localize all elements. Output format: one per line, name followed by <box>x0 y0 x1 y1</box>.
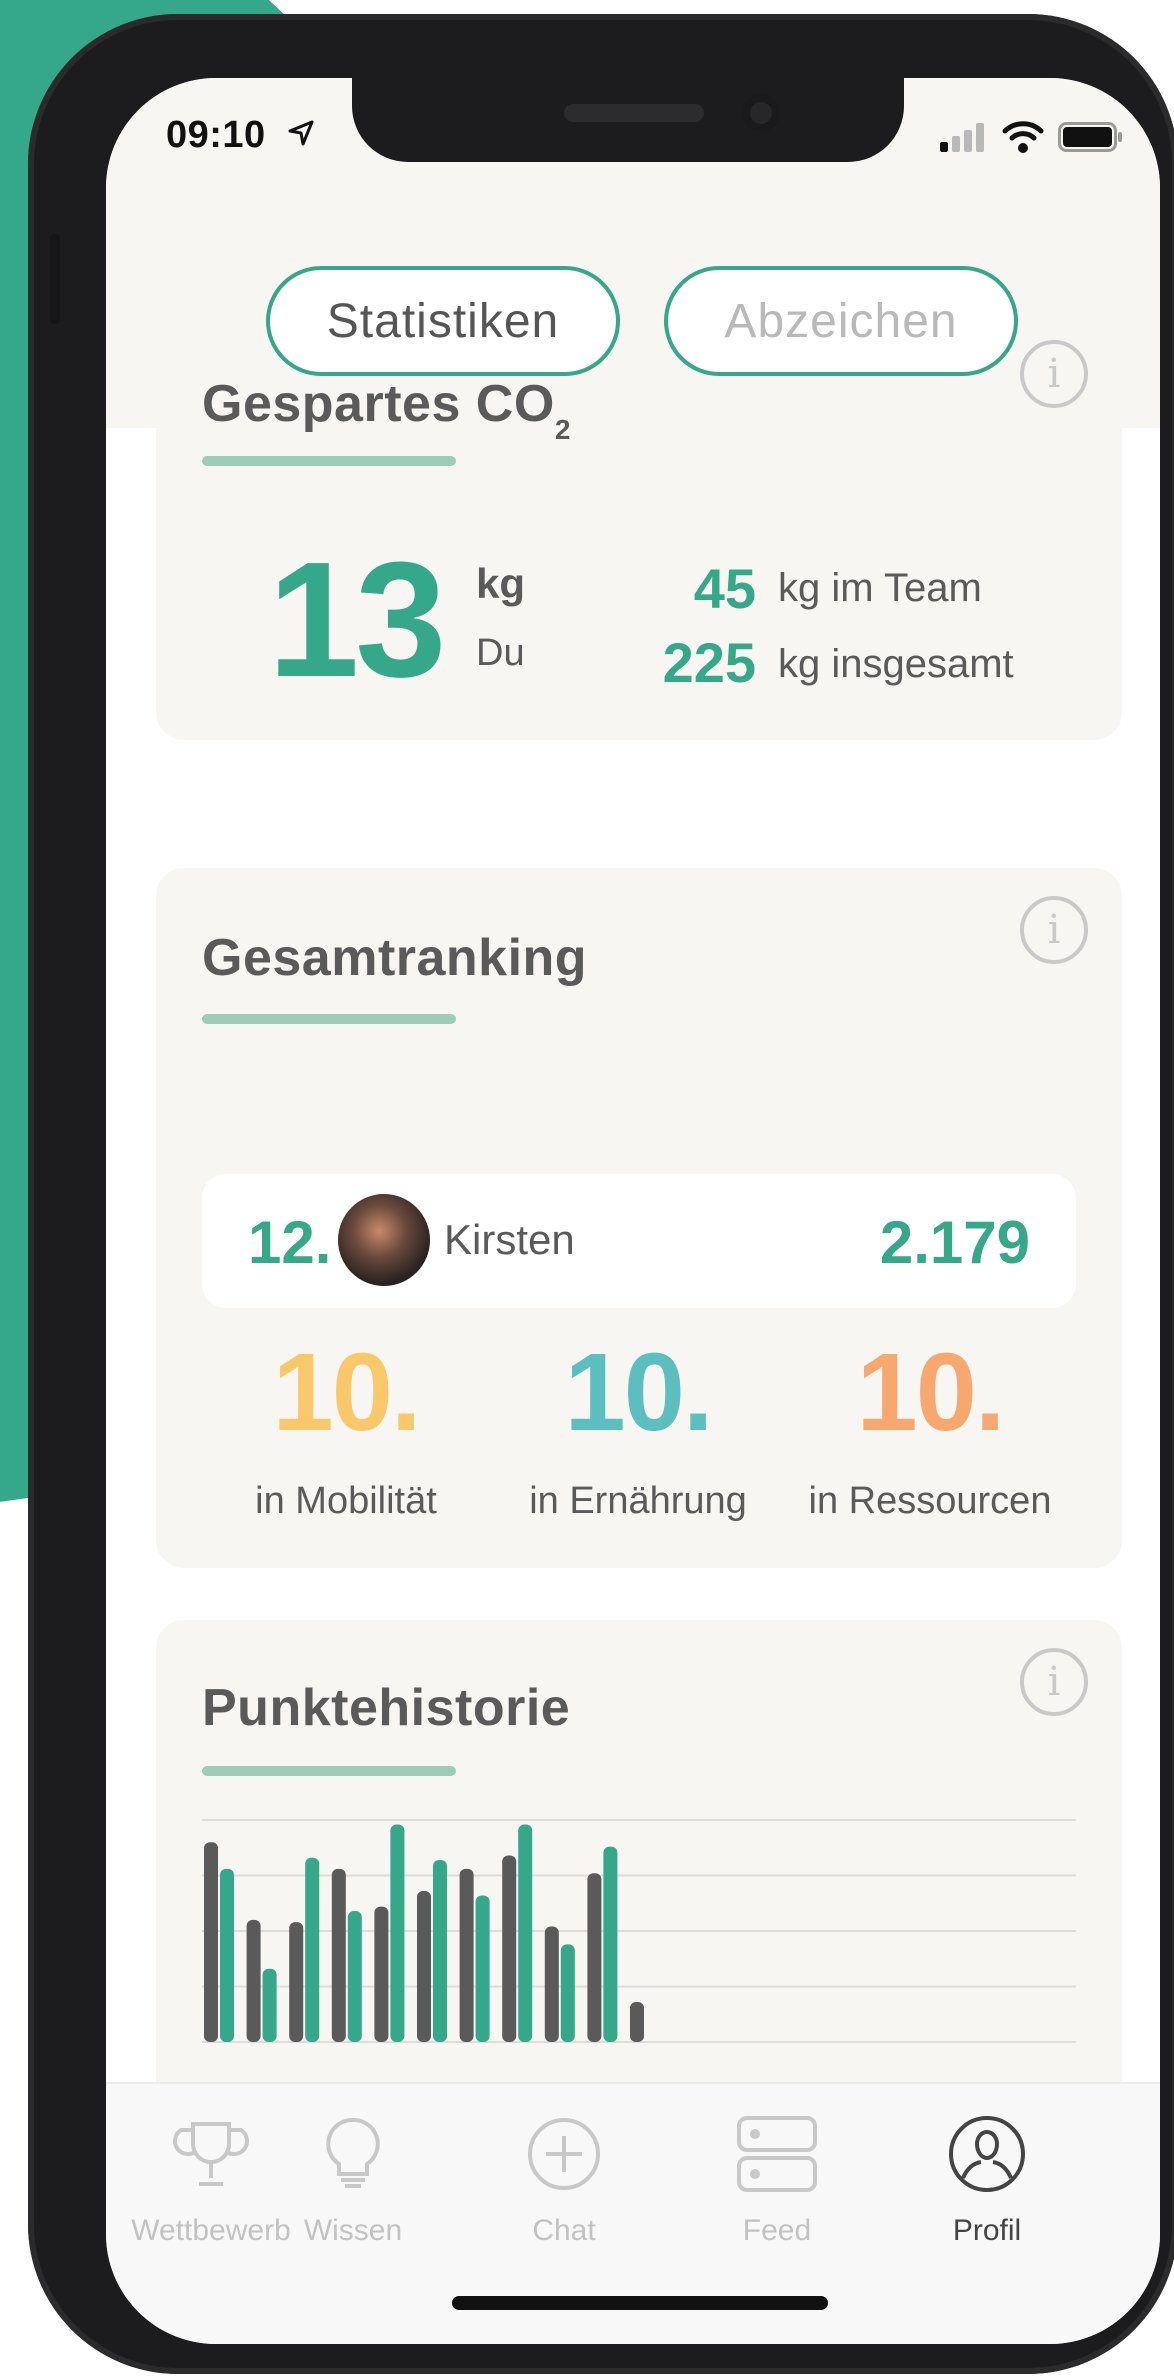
signal-icon <box>940 123 984 152</box>
wifi-icon <box>1002 121 1044 153</box>
chart-bar <box>587 1873 602 2042</box>
title-underline <box>202 1766 456 1776</box>
nutrition-label: in Ernährung <box>529 1480 747 1522</box>
chart-bar <box>417 1891 431 2042</box>
chart-bar <box>502 1855 517 2042</box>
info-icon[interactable]: i <box>1020 340 1088 408</box>
co2-personal-label: Du <box>476 632 525 674</box>
trophy-icon <box>173 2122 249 2186</box>
avatar <box>338 1194 430 1286</box>
co2-title-main: Gespartes CO <box>202 375 555 433</box>
chart-bar <box>518 1824 533 2042</box>
co2-card: i Gespartes CO2 13 kg Du 45 kg im Team 2… <box>156 340 1122 740</box>
co2-title-subscript: 2 <box>554 414 571 445</box>
chart-bar <box>560 1944 575 2042</box>
tab-abzeichen[interactable]: Abzeichen <box>664 266 1018 376</box>
chart-bar <box>390 1824 405 2042</box>
chart-bar <box>347 1911 362 2042</box>
tab-label: Wissen <box>303 2214 403 2247</box>
info-icon[interactable]: i <box>1020 1648 1088 1716</box>
speaker-grille <box>564 104 704 122</box>
front-camera <box>742 94 780 132</box>
phone-screen: 09:10 Statistiken Abzeichen i Gespartes … <box>106 78 1160 2344</box>
chart-bar <box>544 1926 559 2042</box>
tab-feed[interactable]: Feed <box>672 2106 882 2276</box>
tab-chat[interactable]: Chat <box>459 2106 669 2276</box>
lightbulb-icon <box>326 2117 380 2188</box>
ranking-title: Gesamtranking <box>202 929 588 987</box>
user-points: 2.179 <box>879 1209 1030 1276</box>
tab-label: Chat <box>532 2214 596 2247</box>
chart-bar <box>262 1968 277 2042</box>
status-time: 09:10 <box>166 114 266 156</box>
resources-label: in Ressourcen <box>808 1480 1052 1522</box>
info-icon[interactable]: i <box>1020 896 1088 964</box>
co2-total-label: kg insgesamt <box>778 642 1014 686</box>
chart-bar <box>246 1919 261 2042</box>
chart-bar <box>331 1868 346 2042</box>
history-title: Punktehistorie <box>202 1679 571 1737</box>
tab-profil[interactable]: Profil <box>882 2106 1092 2276</box>
profile-icon <box>949 2116 1025 2192</box>
phone-side-button <box>50 234 60 324</box>
chart-bar <box>433 1859 447 2042</box>
tab-label: Profil <box>952 2214 1022 2247</box>
battery-icon <box>1058 122 1122 152</box>
plus-circle-icon <box>528 2118 600 2190</box>
co2-personal-unit: kg <box>476 560 526 607</box>
feed-icon <box>737 2116 817 2192</box>
mobility-label: in Mobilität <box>255 1480 437 1522</box>
chart-bar <box>475 1895 490 2042</box>
chart-bar <box>220 1868 234 2042</box>
chart-bar <box>374 1906 389 2042</box>
nutrition-rank: 10. <box>564 1331 714 1454</box>
co2-team-label: kg im Team <box>778 566 982 610</box>
ranking-card: i Gesamtranking 12. Kirsten 2.179 10. in… <box>156 868 1122 1568</box>
chart-bar <box>603 1846 618 2042</box>
tab-wissen[interactable]: Wissen <box>248 2106 458 2276</box>
co2-team-value: 45 <box>693 557 756 620</box>
phone-frame: 09:10 Statistiken Abzeichen i Gespartes … <box>28 14 1174 2374</box>
user-rank-position: 12. <box>248 1209 332 1276</box>
chart-bar <box>305 1857 320 2042</box>
tab-statistiken[interactable]: Statistiken <box>266 266 620 376</box>
user-rank-row[interactable]: 12. Kirsten 2.179 <box>202 1174 1076 1308</box>
chart-bar <box>204 1842 218 2042</box>
app-stage: 09:10 Statistiken Abzeichen i Gespartes … <box>0 0 1174 2376</box>
chart-bar <box>459 1868 474 2042</box>
resources-rank: 10. <box>856 1331 1006 1454</box>
title-underline <box>202 456 456 466</box>
title-underline <box>202 1014 456 1024</box>
location-arrow-icon <box>288 120 314 146</box>
user-name: Kirsten <box>444 1216 575 1263</box>
co2-total-value: 225 <box>662 631 756 694</box>
mobility-rank: 10. <box>272 1331 422 1454</box>
co2-title: Gespartes CO2 <box>202 374 571 445</box>
tab-label: Feed <box>742 2214 812 2247</box>
chart-bar <box>289 1922 304 2042</box>
co2-personal-value: 13 <box>268 528 446 711</box>
home-indicator[interactable] <box>452 2296 828 2310</box>
chart-bar <box>630 2002 644 2042</box>
